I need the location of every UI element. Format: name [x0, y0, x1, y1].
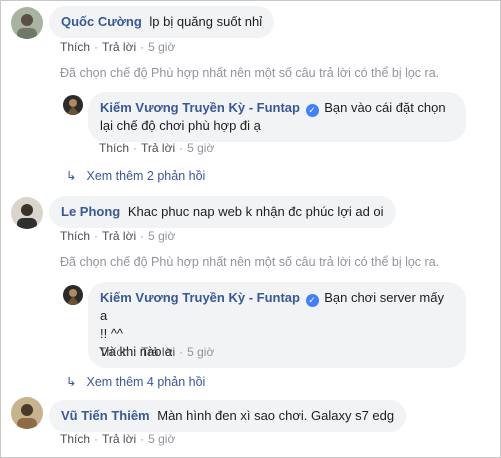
comment-bubble: Vũ Tiến Thiêm Màn hình đen xì sao chơi. …: [49, 400, 407, 432]
page-name[interactable]: Kiếm Vương Truyền Kỳ - Funtap: [100, 290, 300, 305]
avatar[interactable]: [11, 7, 43, 39]
reply-text: Bạn vào cái đặt chọn: [324, 100, 446, 115]
comment-bubble: Quốc Cường lp bị quăng suốt nhỉ: [49, 6, 275, 38]
page-avatar[interactable]: [63, 285, 83, 305]
reply-link[interactable]: Trả lời: [102, 40, 136, 54]
reply-link[interactable]: Trả lời: [141, 345, 175, 359]
comment-text: Khac phuc nap web k nhận đc phúc lợi ad …: [127, 204, 384, 219]
like-link[interactable]: Thích: [60, 40, 90, 54]
reply-link[interactable]: Trả lời: [102, 432, 136, 446]
view-more-replies[interactable]: ↳ Xem thêm 4 phản hồi: [66, 374, 205, 389]
reply-text: !! ^^: [100, 326, 124, 341]
reply-link[interactable]: Trả lời: [141, 141, 175, 155]
verified-badge-icon: ✓: [305, 294, 319, 307]
comment-actions: Thích · Trả lời · 5 giờ: [60, 229, 176, 243]
commenter-name[interactable]: Vũ Tiến Thiêm: [61, 408, 150, 423]
comment-text: Màn hình đen xì sao chơi. Galaxy s7 edg: [157, 408, 395, 423]
timestamp[interactable]: 5 giờ: [187, 345, 214, 359]
reply-text: lại chế độ chơi phù hợp đi ạ: [100, 118, 261, 133]
timestamp[interactable]: 5 giờ: [148, 40, 175, 54]
comment-text: lp bị quăng suốt nhỉ: [149, 14, 263, 29]
timestamp[interactable]: 5 giờ: [148, 432, 175, 446]
page-name[interactable]: Kiếm Vương Truyền Kỳ - Funtap: [100, 100, 300, 115]
verified-badge-icon: ✓: [305, 104, 319, 117]
comment-bubble: Le Phong Khac phuc nap web k nhận đc phú…: [49, 196, 396, 228]
reply-bubble: Kiếm Vương Truyền Kỳ - Funtap ✓ Bạn vào …: [88, 92, 466, 142]
commenter-name[interactable]: Quốc Cường: [61, 14, 142, 29]
avatar[interactable]: [11, 197, 43, 229]
reply-arrow-icon: ↳: [66, 375, 77, 389]
page-avatar[interactable]: [63, 95, 83, 115]
like-link[interactable]: Thích: [99, 141, 129, 155]
reply-link[interactable]: Trả lời: [102, 229, 136, 243]
like-link[interactable]: Thích: [60, 432, 90, 446]
like-link[interactable]: Thích: [99, 345, 129, 359]
reply-arrow-icon: ↳: [66, 169, 77, 183]
reply-actions: Thích · Trả lời · 5 giờ: [99, 141, 215, 155]
like-link[interactable]: Thích: [60, 229, 90, 243]
comment-actions: Thích · Trả lời · 5 giờ: [60, 40, 176, 54]
view-more-replies[interactable]: ↳ Xem thêm 2 phản hồi: [66, 168, 205, 183]
view-more-label[interactable]: Xem thêm 2 phản hồi: [86, 169, 205, 183]
comment-actions: Thích · Trả lời · 5 giờ: [60, 432, 176, 446]
view-more-label[interactable]: Xem thêm 4 phản hồi: [86, 375, 205, 389]
reply-actions: Thích · Trả lời · 5 giờ: [99, 345, 215, 359]
timestamp[interactable]: 5 giờ: [148, 229, 175, 243]
commenter-name[interactable]: Le Phong: [61, 204, 120, 219]
avatar[interactable]: [11, 397, 43, 429]
filter-notice: Đã chọn chế độ Phù hợp nhất nên một số c…: [60, 255, 440, 269]
timestamp[interactable]: 5 giờ: [187, 141, 214, 155]
filter-notice: Đã chọn chế độ Phù hợp nhất nên một số c…: [60, 66, 440, 80]
